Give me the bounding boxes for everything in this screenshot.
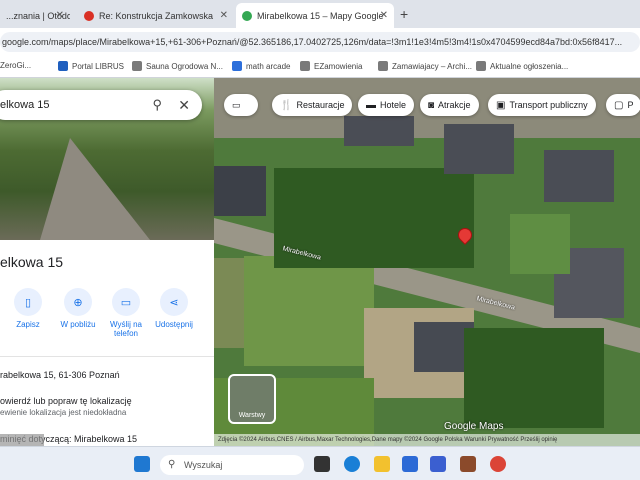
tab-label: Mirabelkowa 15 – Mapy Google	[257, 10, 384, 21]
fork-knife-icon: 🍴	[280, 99, 293, 111]
bookmark-item[interactable]: ZeroGi...	[0, 61, 31, 70]
verify-location-link[interactable]: owierdź lub popraw tę lokalizację	[0, 396, 132, 406]
bookmark-item[interactable]: EZamowienia	[300, 61, 362, 71]
bookmark-item[interactable]: math arcade	[232, 61, 290, 71]
share-button[interactable]: ⋖ Udostępnij	[152, 288, 196, 329]
store-icon[interactable]	[402, 456, 418, 472]
taskbar: ⚲ Wyszukaj	[0, 446, 640, 480]
verify-location-sub: ewienie lokalizacja jest niedokładna	[0, 408, 127, 417]
bookmarks-bar: ZeroGi... Portal LIBRUS Sauna Ogrodowa N…	[0, 56, 640, 78]
divider	[0, 356, 214, 357]
new-tab-button[interactable]: +	[400, 6, 408, 22]
search-icon: ⚲	[168, 459, 176, 470]
search-box[interactable]: elkowa 15 ⚲ ✕	[0, 90, 202, 120]
save-button[interactable]: ▯ Zapisz	[6, 288, 50, 329]
url-field[interactable]: google.com/maps/place/Mirabelkowa+15,+61…	[0, 32, 640, 52]
address-text[interactable]: rabelkowa 15, 61-306 Poznań	[0, 370, 120, 380]
tab-label: Re: Konstrukcja Zamkowska	[99, 10, 214, 21]
globe-icon	[476, 61, 486, 71]
taskbar-search[interactable]: ⚲ Wyszukaj	[160, 455, 304, 475]
maps-icon	[242, 10, 252, 21]
satellite-imagery	[214, 78, 640, 446]
teams-icon[interactable]	[430, 456, 446, 472]
menu-icon: ▭	[232, 99, 241, 110]
nearby-button[interactable]: ⊕ W pobliżu	[56, 288, 100, 329]
librus-icon	[58, 61, 68, 71]
action-row: ▯ Zapisz ⊕ W pobliżu ▭ Wyślij na telefon…	[0, 288, 214, 348]
chip-restaurants[interactable]: 🍴 Restauracje	[272, 94, 353, 116]
globe-icon	[132, 61, 142, 71]
layers-button[interactable]: Warstwy	[228, 374, 276, 424]
tab-otodom[interactable]: ...znania | Otodo... ✕	[0, 3, 70, 28]
chip-transit[interactable]: ▣ Transport publiczny	[488, 94, 596, 116]
camera-icon: ◙	[428, 99, 435, 111]
map-attribution: Zdjęcia ©2024 Airbus,CNES / Airbus,Maxar…	[214, 434, 640, 446]
chip-hotels[interactable]: ▬ Hotele	[358, 94, 415, 116]
search-icon[interactable]: ⚲	[152, 90, 162, 120]
place-title: elkowa 15	[0, 254, 64, 270]
parking-icon: ▢	[614, 99, 624, 111]
windows-start-icon[interactable]	[134, 456, 150, 472]
math-icon	[232, 61, 242, 71]
map-menu-button[interactable]: ▭	[224, 94, 258, 116]
tab-konstrukcja[interactable]: Re: Konstrukcja Zamkowska ✕	[78, 3, 234, 28]
close-icon[interactable]: ✕	[178, 90, 190, 120]
share-icon: ⋖	[160, 288, 188, 316]
globe-icon	[300, 61, 310, 71]
chrome-icon[interactable]	[490, 456, 506, 472]
send-to-phone-button[interactable]: ▭ Wyślij na telefon	[104, 288, 148, 338]
tab-mirabelkowa[interactable]: Mirabelkowa 15 – Mapy Google ✕	[236, 3, 394, 28]
close-tab-icon[interactable]: ✕	[220, 10, 228, 21]
bus-icon: ▣	[496, 99, 506, 111]
chip-parking[interactable]: ▢ P	[606, 94, 640, 116]
place-panel: elkowa 15 ⚲ ✕ elkowa 15 ▯ Zapisz ⊕ W pob…	[0, 78, 214, 446]
file-explorer-icon[interactable]	[374, 456, 390, 472]
bookmark-icon: ▯	[14, 288, 42, 316]
edge-icon[interactable]	[344, 456, 360, 472]
bookmark-item[interactable]: Aktualne ogłoszenia...	[476, 61, 568, 71]
address-bar: google.com/maps/place/Mirabelkowa+15,+61…	[0, 28, 640, 56]
chip-attractions[interactable]: ◙ Atrakcje	[420, 94, 479, 116]
bookmark-item[interactable]: Sauna Ogrodowa N...	[132, 61, 223, 71]
map-view[interactable]: 🍴 Restauracje ▬ Hotele ◙ Atrakcje ▣ Transpor…	[214, 78, 640, 446]
tab-bar: ...znania | Otodo... ✕ Re: Konstrukcja Z…	[0, 0, 640, 28]
mail-icon	[84, 10, 94, 21]
google-maps-logo: Google Maps	[444, 421, 504, 432]
road-image	[40, 138, 150, 240]
app-icon[interactable]	[460, 456, 476, 472]
phone-icon: ▭	[112, 288, 140, 316]
nearby-icon: ⊕	[64, 288, 92, 316]
close-tab-icon[interactable]: ✕	[56, 10, 64, 21]
globe-icon	[378, 61, 388, 71]
close-tab-icon[interactable]: ✕	[380, 10, 388, 21]
search-input[interactable]: elkowa 15	[0, 99, 50, 111]
bed-icon: ▬	[366, 99, 376, 111]
bookmark-item[interactable]: Zamawiajacy – Archi...	[378, 61, 472, 71]
task-view-icon[interactable]	[314, 456, 330, 472]
bookmark-item[interactable]: Portal LIBRUS	[58, 61, 124, 71]
